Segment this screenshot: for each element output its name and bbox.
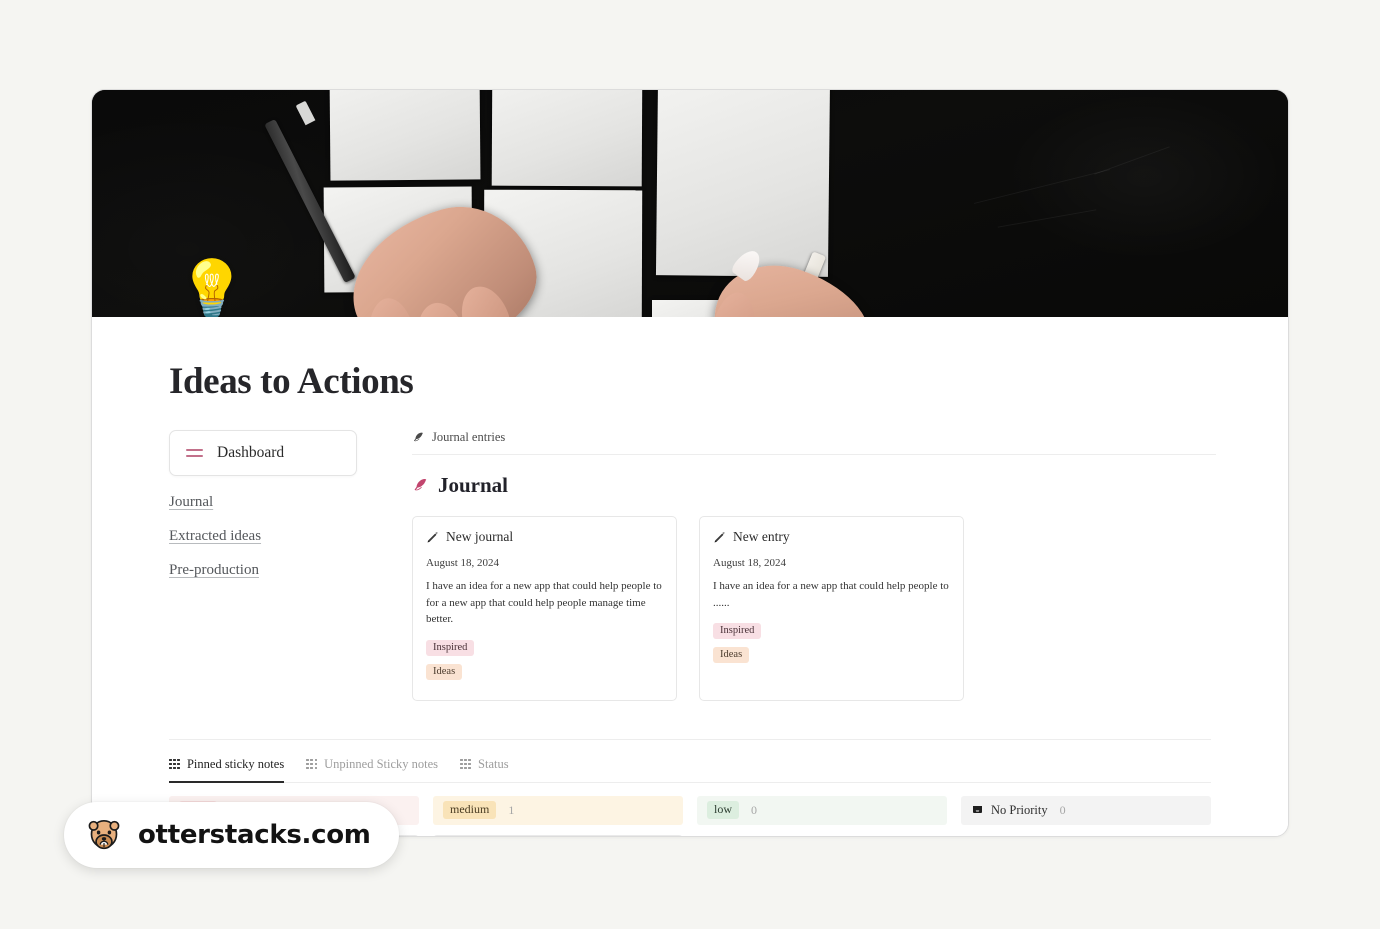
column-count: 0 [751, 802, 757, 817]
grid-icon [460, 758, 472, 770]
grid-icon [169, 758, 180, 770]
column-count: 1 [508, 802, 515, 817]
journal-card[interactable]: New journal August 18, 2024 I have an id… [412, 516, 677, 701]
tag-inspired[interactable]: Inspired [713, 623, 762, 639]
journal-card-tags: Inspired [426, 637, 663, 661]
menu-icon [186, 449, 203, 457]
journal-card-text: I have an idea for a new app that could … [426, 580, 662, 625]
column-header: low 0 [697, 795, 947, 825]
page-body: Ideas to Actions Dashboard Journal Extra… [92, 360, 1288, 837]
pencil-icon [714, 531, 725, 542]
dashboard-label: Dashboard [217, 444, 285, 461]
sidebar-item-extracted-ideas[interactable]: Extracted ideas [169, 528, 261, 545]
dashboard-button[interactable]: Dashboard [169, 430, 357, 476]
otter-icon [88, 820, 120, 850]
priority-chip-none: No Priority [971, 803, 1048, 818]
tag-ideas[interactable]: Ideas [426, 663, 463, 680]
left-nav: Dashboard Journal Extracted ideas Pre-pr… [169, 430, 374, 701]
journal-card-header: New journal [426, 529, 663, 545]
tab-label: Pinned sticky notes [186, 756, 285, 771]
journal-card-title: New entry [733, 529, 790, 544]
journal-card-date: August 18, 2024 [713, 557, 787, 569]
tab-unpinned-sticky-notes[interactable]: Unpinned Sticky notes [306, 757, 438, 783]
cover-image: 💡 [92, 90, 1288, 317]
grid-icon [306, 758, 318, 770]
journal-card-date: August 18, 2024 [426, 557, 500, 569]
inbox-icon [973, 806, 982, 813]
journal-card[interactable]: New entry August 18, 2024 I have an idea… [699, 516, 964, 701]
journal-card-text: I have an idea for a new app that could … [713, 580, 949, 609]
journal-section: Journal entries Journal New journal Augu… [374, 430, 1216, 701]
section-title: Journal [438, 473, 509, 497]
journal-card-tags: Inspired [713, 620, 950, 644]
column-header: medium 1 [433, 795, 683, 825]
feather-icon [414, 479, 427, 491]
nav-list: Journal Extracted ideas Pre-production [169, 494, 374, 579]
sidebar-item-journal[interactable]: Journal [169, 494, 213, 511]
content-row: Dashboard Journal Extracted ideas Pre-pr… [92, 430, 1288, 701]
pencil-icon [427, 531, 438, 542]
column-header: No Priority 0 [961, 795, 1211, 825]
board-column-low: low 0 [697, 795, 947, 837]
priority-chip-low: low [707, 801, 739, 819]
tab-bar: Pinned sticky notes Unpinned Sticky note… [169, 757, 1211, 783]
watermark-badge: otterstacks.com [64, 802, 399, 868]
page-title: Ideas to Actions [169, 361, 414, 402]
watermark-text: otterstacks.com [138, 820, 371, 850]
journal-cards: New journal August 18, 2024 I have an id… [412, 516, 1216, 701]
sidebar-item-pre-production[interactable]: Pre-production [169, 562, 259, 579]
board-column-medium: medium 1 Extracted ideas here 🟡 medium [433, 795, 683, 836]
tab-label: Status [478, 756, 509, 771]
section-heading: Journal [412, 473, 1216, 498]
breadcrumb: Journal entries [412, 430, 1216, 455]
column-count: 0 [1059, 802, 1066, 817]
journal-card-header: New entry [713, 529, 950, 545]
tab-status[interactable]: Status [460, 757, 509, 783]
tag-inspired[interactable]: Inspired [426, 639, 475, 656]
feather-icon [413, 432, 423, 442]
board-column-no-priority: No Priority 0 [961, 795, 1211, 837]
lightbulb-emoji: 💡 [177, 259, 247, 317]
sticky-note-card[interactable]: Extracted ideas here 🟡 medium 📌 Extracte… [433, 834, 683, 836]
breadcrumb-label: Journal entries [432, 430, 506, 444]
tab-label: Unpinned Sticky notes [324, 756, 439, 771]
journal-card-title: New journal [446, 529, 514, 544]
app-window: 💡 Ideas to Actions Dashboard Journal Ext… [91, 89, 1289, 837]
cover-photo [92, 90, 1288, 317]
column-label: No Priority [991, 802, 1048, 817]
tag-ideas[interactable]: Ideas [713, 647, 750, 663]
tab-pinned-sticky-notes[interactable]: Pinned sticky notes [169, 756, 285, 783]
priority-chip-medium: medium [443, 801, 497, 819]
tabs-section: Pinned sticky notes Unpinned Sticky note… [169, 738, 1211, 783]
